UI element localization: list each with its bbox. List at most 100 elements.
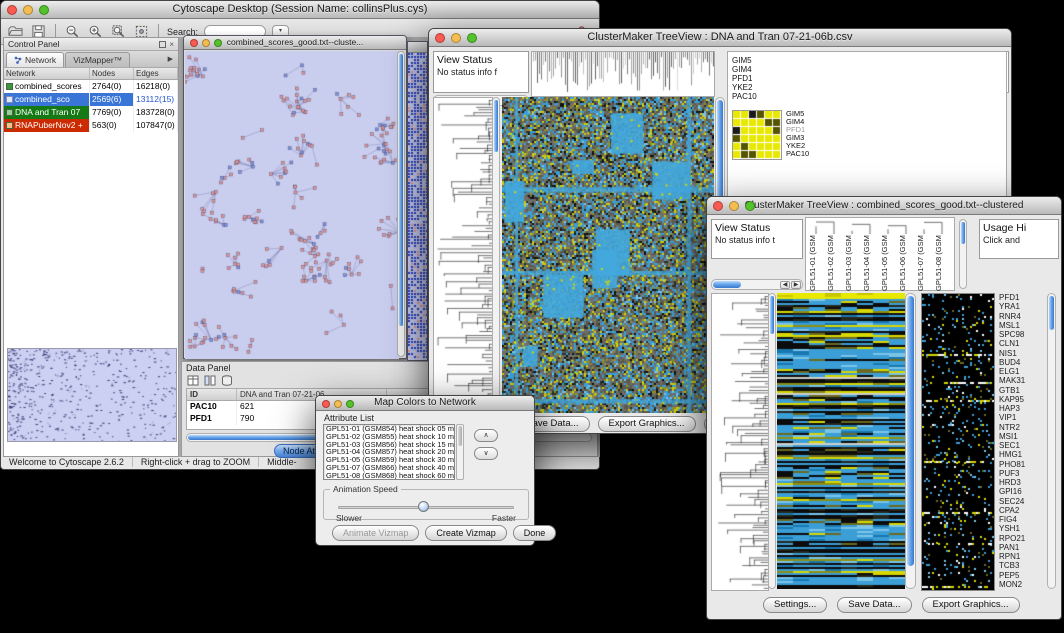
gene-label[interactable]: GIM4 (732, 65, 757, 74)
close-button[interactable] (713, 201, 723, 211)
gene-label[interactable]: ELG1 (999, 367, 1043, 376)
gene-label[interactable]: GTB1 (999, 386, 1043, 395)
zoom-button[interactable] (39, 5, 49, 15)
attribute-item[interactable]: GPL51-05 (GSM859) heat shock 30 min (324, 456, 454, 464)
create-vizmap-button[interactable]: Create Vizmap (425, 525, 506, 541)
gene-label[interactable]: HRD3 (999, 478, 1043, 487)
close-button[interactable] (322, 400, 330, 408)
network-row[interactable]: DNA and Tran 07 7769(0) 183728(0) (4, 106, 178, 119)
array-column-label[interactable]: GPL51-07 (GSM866 (916, 235, 934, 291)
dense-network-canvas[interactable] (408, 53, 427, 359)
gene-label[interactable]: BUD4 (999, 358, 1043, 367)
gene-label[interactable]: YRA1 (999, 302, 1043, 311)
treeview-button[interactable]: Export Graphics... (922, 597, 1020, 613)
column-dendrogram[interactable] (806, 218, 954, 234)
gene-label[interactable]: RNR4 (999, 312, 1043, 321)
zoom-button[interactable] (467, 33, 477, 43)
network-view-titlebar[interactable]: combined_scores_good.txt--cluste... (184, 36, 406, 50)
attribute-item[interactable]: GPL51-03 (GSM856) heat shock 15 min (324, 441, 454, 449)
scroll-left-icon[interactable]: ◀ (780, 281, 790, 289)
gene-label[interactable]: TCB3 (999, 561, 1043, 570)
correlation-matrix[interactable] (732, 110, 782, 160)
minimize-button[interactable] (334, 400, 342, 408)
gene-label[interactable]: MSI1 (999, 432, 1043, 441)
array-column-label[interactable]: GPL51-02 (GSM855 (826, 235, 844, 291)
minimize-button[interactable] (23, 5, 33, 15)
gene-label[interactable]: PAC10 (732, 92, 757, 101)
tab-overflow-icon[interactable]: ▶ (165, 52, 176, 67)
gene-label[interactable]: GPI16 (999, 487, 1043, 496)
tab-vizmapper[interactable]: VizMapper™ (65, 52, 130, 67)
float-panel-icon[interactable] (159, 41, 166, 48)
minimize-button[interactable] (729, 201, 739, 211)
attribute-item[interactable]: GPL51-08 (GSM868) heat shock 60 min (324, 472, 454, 480)
gene-label[interactable]: MON2 (999, 580, 1043, 589)
overview-heatmap-canvas[interactable] (921, 293, 995, 591)
heatmap-canvas[interactable] (502, 97, 714, 413)
gene-label[interactable]: SEC1 (999, 441, 1043, 450)
dialog-titlebar[interactable]: Map Colors to Network (316, 396, 534, 411)
heatmap-canvas[interactable] (777, 293, 905, 589)
gene-label[interactable]: YSH1 (999, 524, 1043, 533)
network-row[interactable]: RNAPuberNov2 + 563(0) 107847(0) (4, 119, 178, 132)
attribute-item[interactable]: GPL51-02 (GSM855) heat shock 10 min (324, 433, 454, 441)
row-dendro-scrollbar[interactable] (492, 97, 500, 413)
speed-slider-thumb[interactable] (418, 501, 429, 512)
animate-vizmap-button[interactable]: Animate Vizmap (332, 525, 419, 541)
column-dendrogram[interactable] (531, 51, 715, 97)
gene-label[interactable]: HMG1 (999, 450, 1043, 459)
close-panel-icon[interactable]: × (169, 41, 174, 48)
move-up-button[interactable]: ∧ (474, 429, 498, 442)
gene-label[interactable]: PFD1 (732, 74, 757, 83)
done-button[interactable]: Done (513, 525, 557, 541)
label-vscrollbar[interactable] (959, 219, 967, 289)
array-column-label[interactable]: GPL51-01 (GSM854 (808, 235, 826, 291)
network-row[interactable]: combined_sco 2569(6) 13112(15) (4, 93, 178, 106)
treeview-combined-titlebar[interactable]: ClusterMaker TreeView : combined_scores_… (707, 197, 1061, 215)
column-network[interactable]: Network (4, 68, 90, 79)
treeview-button[interactable]: Settings... (763, 597, 827, 613)
gene-label[interactable]: MAK31 (999, 376, 1043, 385)
zoom-button[interactable] (745, 201, 755, 211)
attribute-item[interactable]: GPL51-04 (GSM857) heat shock 20 min (324, 448, 454, 456)
array-column-label[interactable]: GPL51-04 (GSM857 (862, 235, 880, 291)
gene-label[interactable]: PHO81 (999, 460, 1043, 469)
row-dendrogram[interactable] (433, 97, 493, 415)
gene-label[interactable]: SPC98 (999, 330, 1043, 339)
id-column-header[interactable]: ID (187, 389, 237, 400)
gene-label[interactable]: PEP5 (999, 571, 1043, 580)
network-graph-canvas[interactable] (185, 51, 399, 359)
attribute-item[interactable]: GPL51-07 (GSM866) heat shock 40 min (324, 464, 454, 472)
close-button[interactable] (7, 5, 17, 15)
column-layout-icon[interactable] (203, 374, 216, 386)
network-row[interactable]: combined_scores 2764(0) 16218(0) (4, 80, 178, 93)
network-vertical-scrollbar[interactable] (397, 51, 405, 357)
row-dendro-scrollbar[interactable] (768, 293, 776, 589)
gene-label[interactable]: RPO21 (999, 534, 1043, 543)
gene-label[interactable]: PAC10 (786, 150, 809, 158)
gene-label[interactable]: FIG4 (999, 515, 1043, 524)
attribute-item[interactable]: GPL51-01 (GSM854) heat shock 05 min (324, 425, 454, 433)
gene-label[interactable]: CLN1 (999, 339, 1043, 348)
move-down-button[interactable]: ∨ (474, 447, 498, 460)
gene-label[interactable]: HAP3 (999, 404, 1043, 413)
gene-label[interactable]: NTR2 (999, 423, 1043, 432)
array-column-label[interactable]: GPL51-06 (GSM865 (898, 235, 916, 291)
gene-label[interactable]: MSL1 (999, 321, 1043, 330)
row-dendrogram[interactable] (711, 293, 769, 591)
gene-label[interactable]: PFD1 (999, 293, 1043, 302)
array-column-label[interactable]: GPL51-03 (GSM856 (844, 235, 862, 291)
column-edges[interactable]: Edges (134, 68, 178, 79)
gene-label[interactable]: YKE2 (732, 83, 757, 92)
gene-label[interactable]: KAP95 (999, 395, 1043, 404)
attribute-list[interactable]: GPL51-01 (GSM854) heat shock 05 minGPL51… (323, 424, 455, 480)
array-column-label[interactable]: GPL51-05 (GSM859 (880, 235, 898, 291)
array-column-label[interactable]: GPL51-08 (GSM872 (934, 235, 952, 291)
gene-label[interactable]: RPN1 (999, 552, 1043, 561)
column-nodes[interactable]: Nodes (90, 68, 134, 79)
main-titlebar[interactable]: Cytoscape Desktop (Session Name: collins… (1, 1, 599, 19)
treeview-dna-titlebar[interactable]: ClusterMaker TreeView : DNA and Tran 07-… (429, 29, 1011, 47)
gene-label[interactable]: SEC24 (999, 497, 1043, 506)
gene-label[interactable]: PUF3 (999, 469, 1043, 478)
minimize-button[interactable] (451, 33, 461, 43)
